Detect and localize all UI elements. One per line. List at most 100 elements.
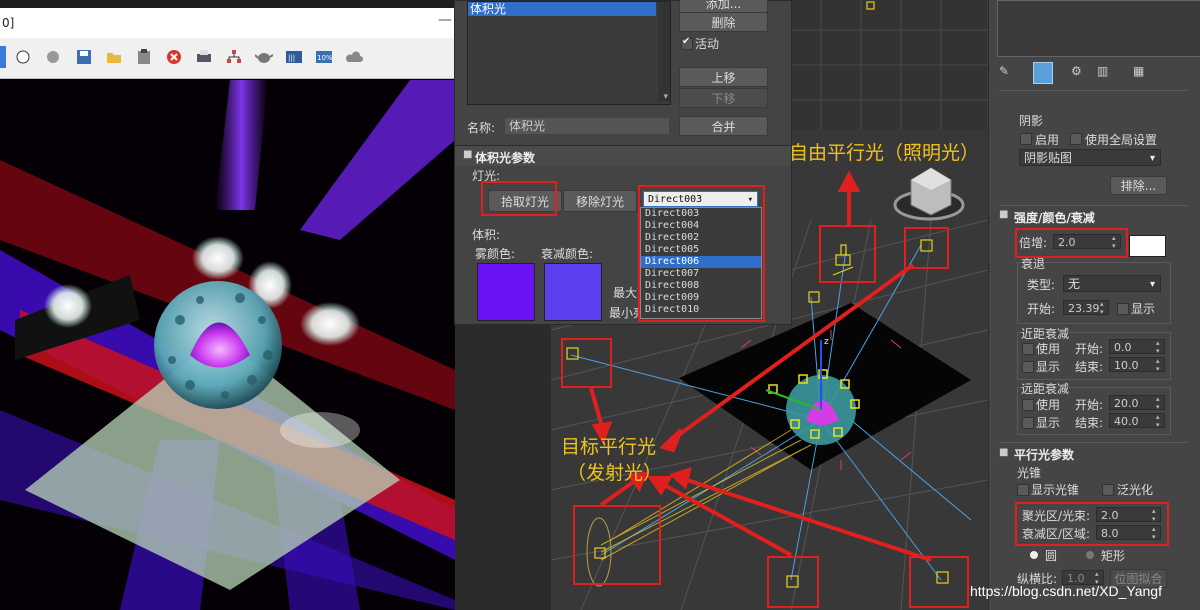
far-end-spinner[interactable]: 40.0 bbox=[1109, 413, 1165, 429]
use-global-label: 使用全局设置 bbox=[1085, 133, 1158, 147]
print-icon[interactable] bbox=[193, 46, 215, 68]
atten-color-label: 衰减颜色: bbox=[541, 247, 594, 261]
light-color-swatch[interactable] bbox=[1129, 235, 1166, 257]
near-show-checkbox[interactable] bbox=[1022, 361, 1034, 373]
render-frame-window: 0] — ||| 10% bbox=[0, 0, 455, 610]
shadow-enable-checkbox[interactable] bbox=[1020, 133, 1032, 145]
near-start-label: 开始: bbox=[1075, 342, 1104, 356]
directional-header: 平行光参数 bbox=[1014, 448, 1075, 462]
far-start-spinner[interactable]: 20.0 bbox=[1109, 395, 1165, 411]
overshoot-label: 泛光化 bbox=[1117, 483, 1154, 497]
modifier-icon[interactable] bbox=[1033, 62, 1053, 84]
save-icon[interactable] bbox=[73, 46, 95, 68]
histogram-icon[interactable]: 10% bbox=[313, 46, 335, 68]
decay-show-checkbox[interactable] bbox=[1117, 303, 1129, 315]
overshoot-checkbox[interactable] bbox=[1102, 484, 1114, 496]
channel-icon[interactable] bbox=[0, 46, 6, 68]
rollout-header[interactable]: ■ 体积光参数 bbox=[455, 146, 791, 166]
show-cone-checkbox[interactable] bbox=[1017, 484, 1029, 496]
light-lister-panel: 体积光 ▾ 添加... 删除 ✔ 活动 上移 下移 名称: 体积光 合并 bbox=[454, 0, 792, 147]
far-use-label: 使用 bbox=[1036, 398, 1061, 412]
collapse-icon[interactable]: ■ bbox=[999, 209, 1008, 220]
svg-text:10%: 10% bbox=[317, 54, 333, 62]
collapse-icon[interactable]: ■ bbox=[463, 149, 472, 160]
hierarchy-icon[interactable]: ⚙ bbox=[1071, 64, 1082, 78]
fog-color-label: 雾颜色: bbox=[475, 247, 516, 261]
active-checkbox[interactable]: ✔ bbox=[681, 36, 693, 50]
show-cone-label: 显示光锥 bbox=[1031, 483, 1080, 497]
volume-params-header: 体积光参数 bbox=[475, 151, 536, 165]
clipboard-icon[interactable] bbox=[133, 46, 155, 68]
glow-spot bbox=[280, 412, 360, 448]
panel-divider bbox=[999, 205, 1189, 206]
network-icon[interactable] bbox=[223, 46, 245, 68]
shadow-enable-label: 启用 bbox=[1035, 133, 1060, 147]
pick-light-highlight bbox=[481, 181, 557, 216]
far-end-label: 结束: bbox=[1075, 416, 1104, 430]
render-canvas bbox=[0, 80, 455, 610]
list-scrollbar[interactable] bbox=[658, 2, 670, 102]
glow-spot bbox=[300, 302, 360, 346]
move-up-button[interactable]: 上移 bbox=[679, 67, 768, 87]
minimize-button[interactable]: — bbox=[438, 12, 452, 28]
atten-color-swatch[interactable] bbox=[544, 263, 602, 321]
decay-show-label: 显示 bbox=[1131, 302, 1156, 316]
target-light-highlight bbox=[909, 556, 969, 608]
near-use-checkbox[interactable] bbox=[1022, 343, 1034, 355]
light-list-box[interactable]: 体积光 ▾ bbox=[467, 1, 671, 105]
near-show-label: 显示 bbox=[1036, 360, 1061, 374]
free-light-highlight bbox=[904, 227, 949, 269]
check-mark-icon: ✔ bbox=[682, 36, 691, 47]
target-light-highlight bbox=[767, 556, 819, 608]
target-direct-annotation: 目标平行光 bbox=[561, 436, 657, 458]
far-use-checkbox[interactable] bbox=[1022, 399, 1034, 411]
move-down-button[interactable]: 下移 bbox=[679, 88, 768, 108]
near-use-label: 使用 bbox=[1036, 342, 1061, 356]
pin-icon[interactable]: ✎ bbox=[999, 64, 1009, 78]
channels-icon[interactable]: ||| bbox=[283, 46, 305, 68]
configure-icon[interactable]: ▦ bbox=[1133, 64, 1144, 78]
render-toolbar: ||| 10% bbox=[0, 38, 455, 79]
circle-radio[interactable] bbox=[1030, 551, 1038, 559]
shadow-type-select[interactable]: 阴影贴图 bbox=[1019, 149, 1161, 167]
trash-icon[interactable]: ▥ bbox=[1097, 64, 1108, 78]
scroll-down-icon[interactable]: ▾ bbox=[663, 92, 668, 102]
cone-label: 光锥 bbox=[1017, 466, 1042, 480]
collapse-icon[interactable]: ■ bbox=[999, 447, 1008, 458]
light-list-item[interactable]: 体积光 bbox=[468, 2, 656, 16]
merge-button[interactable]: 合并 bbox=[679, 116, 768, 136]
remove-light-button[interactable]: 移除灯光 bbox=[563, 190, 637, 212]
near-start-spinner[interactable]: 0.0 bbox=[1109, 339, 1165, 355]
intensity-header: 强度/颜色/衰减 bbox=[1014, 211, 1095, 225]
teapot-icon[interactable] bbox=[253, 46, 275, 68]
use-global-checkbox[interactable] bbox=[1070, 133, 1082, 145]
fog-color-swatch[interactable] bbox=[477, 263, 535, 321]
cloud-icon[interactable] bbox=[343, 46, 365, 68]
decay-start-label: 开始: bbox=[1027, 302, 1056, 316]
near-end-spinner[interactable]: 10.0 bbox=[1109, 357, 1165, 373]
decay-start-spinner[interactable]: 23.39 bbox=[1063, 300, 1109, 316]
decay-type-select[interactable]: 无 bbox=[1063, 275, 1161, 293]
hotspot-falloff-highlight bbox=[1015, 502, 1169, 546]
panel-divider bbox=[999, 442, 1189, 443]
free-direct-annotation: 自由平行光（照明光） bbox=[789, 142, 980, 164]
decay-type-label: 类型: bbox=[1027, 278, 1056, 292]
gray-dot-icon[interactable] bbox=[42, 46, 64, 68]
rectangle-radio[interactable] bbox=[1086, 551, 1094, 559]
rectangle-label: 矩形 bbox=[1101, 549, 1126, 563]
free-light-highlight bbox=[819, 225, 876, 283]
clear-icon[interactable] bbox=[163, 46, 185, 68]
active-label: 活动 bbox=[695, 37, 720, 51]
name-input[interactable]: 体积光 bbox=[505, 118, 669, 134]
far-atten-label: 远距衰减 bbox=[1021, 380, 1070, 397]
white-dot-icon[interactable] bbox=[12, 46, 34, 68]
far-show-checkbox[interactable] bbox=[1022, 417, 1034, 429]
z-axis-label: z bbox=[824, 337, 829, 347]
open-icon[interactable] bbox=[103, 46, 125, 68]
exclude-button[interactable]: 排除... bbox=[1110, 176, 1167, 195]
delete-button[interactable]: 删除 bbox=[679, 12, 768, 32]
render-title-bar: 0] — bbox=[0, 8, 455, 39]
svg-text:|||: ||| bbox=[288, 54, 295, 62]
volume-label: 体积: bbox=[472, 228, 501, 242]
command-panel: ✎ ⚙ ▥ ▦ 阴影 启用 使用全局设置 阴影贴图 排除... ■ 强度/颜色/… bbox=[988, 0, 1200, 610]
